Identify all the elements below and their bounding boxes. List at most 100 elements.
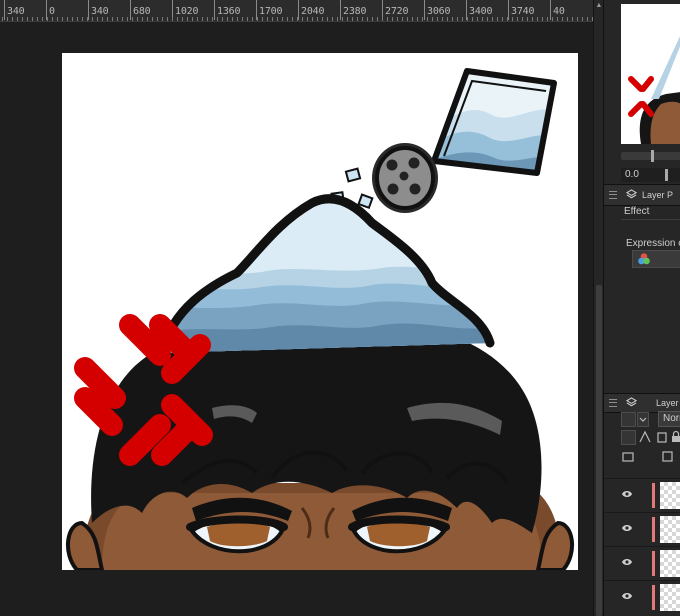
canvas-workspace[interactable] [0, 22, 593, 616]
ruler-minor-tick [92, 17, 93, 21]
menu-grip-icon[interactable] [609, 191, 617, 199]
ruler-minor-tick [262, 17, 263, 21]
ruler-minor-tick [472, 17, 473, 21]
artwork-illustration [65, 68, 575, 570]
ruler-minor-tick [282, 17, 283, 21]
effect-label: Effect [624, 206, 650, 217]
layer-color-marker [652, 551, 655, 576]
layer-thumbnail [660, 516, 680, 543]
layer-row[interactable] [604, 580, 680, 614]
ruler-minor-tick [227, 17, 228, 21]
ruler-minor-tick [87, 17, 88, 21]
rotate-value-text: 0.0 [625, 169, 639, 180]
ruler-minor-tick [407, 17, 408, 21]
ruler-minor-tick [132, 17, 133, 21]
scrollbar-thumb[interactable] [596, 285, 602, 616]
ruler-tick-label: 3740 [507, 0, 535, 20]
layer-stack-icon [626, 397, 637, 407]
artwork-canvas[interactable] [62, 53, 578, 570]
ruler-minor-tick [32, 17, 33, 21]
chevron-down-icon[interactable] [637, 412, 649, 427]
right-panel: 0.0 Layer P Effect Expression co Layer N… [603, 0, 680, 616]
layer-panel-header[interactable]: Layer [604, 393, 680, 413]
ruler-minor-tick [467, 17, 468, 21]
ruler-minor-tick [182, 17, 183, 21]
ruler-minor-tick [487, 17, 488, 21]
ruler-minor-tick [582, 17, 583, 21]
ruler-minor-tick [47, 17, 48, 21]
navigator-preview[interactable] [621, 4, 680, 144]
ruler-minor-tick [417, 17, 418, 21]
ruler-minor-tick [567, 17, 568, 21]
rotate-slider-knob[interactable] [665, 169, 668, 181]
zoom-slider-knob[interactable] [651, 150, 654, 162]
ruler-minor-tick [572, 17, 573, 21]
ruler-minor-tick [157, 17, 158, 21]
eye-icon[interactable] [622, 524, 632, 532]
expression-color-label: Expression co [626, 238, 680, 249]
new-layer-icon[interactable] [621, 450, 636, 465]
zoom-slider[interactable] [621, 150, 680, 162]
ruler-minor-tick [427, 17, 428, 21]
layer-color-marker [652, 517, 655, 542]
ruler-minor-tick [177, 17, 178, 21]
ruler-minor-tick [457, 17, 458, 21]
ruler-minor-tick [77, 17, 78, 21]
clip-layer-icon[interactable] [621, 430, 636, 445]
ruler-minor-tick [547, 17, 548, 21]
ruler-minor-tick [477, 17, 478, 21]
ruler-minor-tick [67, 17, 68, 21]
blend-mode-value: Norm [663, 413, 680, 424]
ruler-minor-tick [7, 17, 8, 21]
eye-icon[interactable] [622, 558, 632, 566]
ruler-minor-tick [537, 17, 538, 21]
eye-icon[interactable] [622, 490, 632, 498]
ruler-minor-tick [112, 17, 113, 21]
ruler-minor-tick [187, 17, 188, 21]
ruler-minor-tick [37, 17, 38, 21]
expression-color-button[interactable] [632, 250, 680, 268]
rotate-field[interactable]: 0.0 [621, 168, 680, 182]
ruler-minor-tick [202, 17, 203, 21]
ruler-minor-tick [492, 17, 493, 21]
horizontal-ruler: 340 0 340 680 1020 1360 1700 2040 2380 2720 3060 34… [0, 0, 593, 22]
lock-transparent-icon[interactable] [655, 430, 670, 445]
ruler-minor-tick [2, 17, 3, 21]
ruler-minor-tick [452, 17, 453, 21]
layer-property-header[interactable]: Layer P [604, 184, 680, 206]
navigator-thumbnail [621, 4, 680, 144]
ruler-minor-tick [587, 17, 588, 21]
ruler-minor-tick [497, 17, 498, 21]
ruler-minor-tick [462, 17, 463, 21]
ruler-minor-tick [377, 17, 378, 21]
ruler-minor-tick [267, 17, 268, 21]
ruler-minor-tick [22, 17, 23, 21]
blend-mode-select[interactable]: Norm [658, 411, 680, 427]
ruler-minor-tick [317, 17, 318, 21]
menu-grip-icon[interactable] [609, 399, 617, 407]
layer-row[interactable] [604, 546, 680, 580]
layer-thumbnail [660, 482, 680, 509]
ruler-minor-tick [117, 17, 118, 21]
lock-icon[interactable] [670, 430, 680, 445]
reference-layer-icon[interactable] [638, 430, 653, 445]
ruler-minor-tick [347, 17, 348, 21]
layer-color-button[interactable] [621, 412, 636, 427]
layer-property-title: Layer P [642, 190, 674, 200]
ruler-tick-label: 0 [46, 0, 55, 20]
ruler-minor-tick [507, 17, 508, 21]
new-vector-layer-icon[interactable] [661, 450, 676, 465]
layer-row[interactable] [604, 512, 680, 546]
layer-row[interactable] [604, 478, 680, 512]
ruler-minor-tick [97, 17, 98, 21]
ruler-minor-tick [342, 17, 343, 21]
scroll-up-arrow-icon[interactable]: ▲ [595, 2, 603, 10]
ruler-minor-tick [167, 17, 168, 21]
ruler-tick-label: 340 [87, 0, 109, 20]
ruler-minor-tick [192, 17, 193, 21]
eye-icon[interactable] [622, 592, 632, 600]
ruler-tick-label: 3060 [423, 0, 451, 20]
ruler-minor-tick [147, 17, 148, 21]
ruler-minor-tick [237, 17, 238, 21]
ruler-minor-tick [432, 17, 433, 21]
